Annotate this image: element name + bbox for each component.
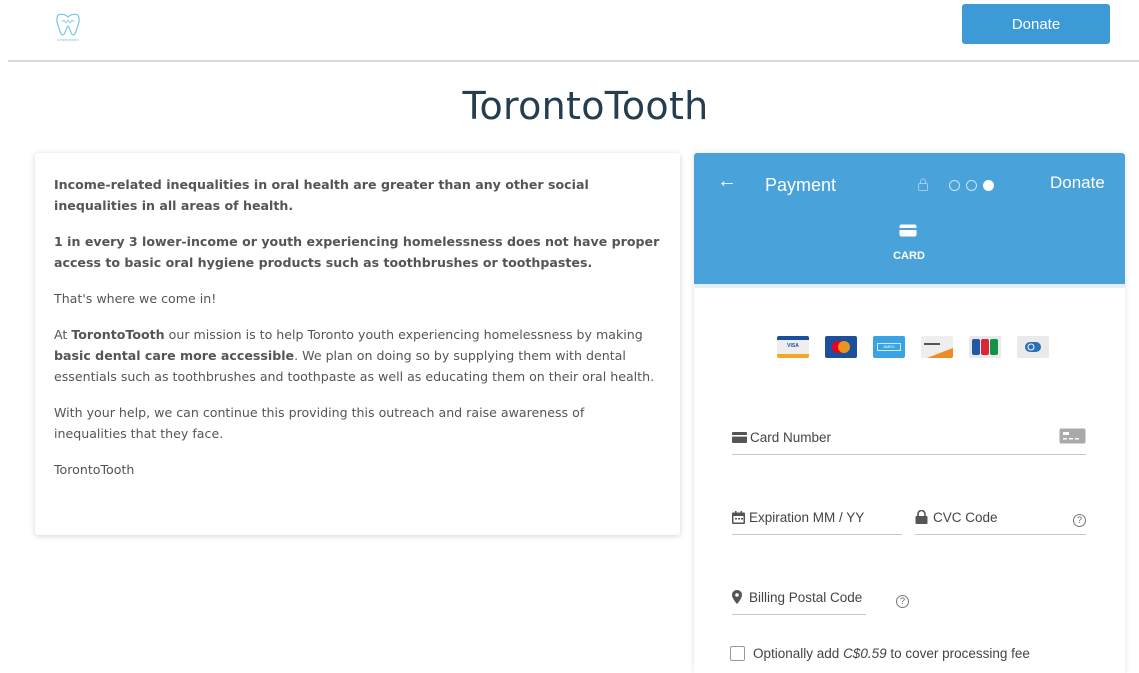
lock-icon: [915, 510, 928, 524]
mission-signature: TorontoTooth: [54, 462, 135, 477]
step-dot-active: [983, 180, 994, 191]
postal-code-field[interactable]: Billing Postal Code: [732, 589, 866, 615]
cover-fee-checkbox[interactable]: [730, 646, 745, 661]
back-arrow-icon[interactable]: ←: [717, 170, 737, 193]
mission-paragraph-4: At TorontoTooth our mission is to help T…: [54, 324, 660, 387]
fee-prefix: Optionally add: [753, 646, 844, 661]
mission-text-b: our mission is to help Toronto youth exp…: [164, 327, 643, 342]
donate-step-label: Donate: [1050, 173, 1105, 192]
fee-amount: C$0.59: [843, 646, 887, 661]
visa-text: VISA: [787, 343, 799, 349]
mission-paragraph-1: Income-related inequalities in oral heal…: [54, 174, 660, 216]
tooth-logo-icon: [56, 13, 80, 36]
lock-icon: [918, 178, 928, 191]
mission-emphasis: basic dental care more accessible: [54, 348, 295, 363]
step-dot: [949, 180, 960, 191]
visa-icon: VISA: [777, 336, 809, 358]
credit-card-icon[interactable]: [899, 224, 917, 237]
jcb-icon: [969, 336, 1001, 358]
mission-paragraph-2: 1 in every 3 lower-income or youth exper…: [54, 231, 660, 273]
mission-brand: TorontoTooth: [71, 327, 165, 342]
top-bar: torontotooth Donate: [0, 0, 1139, 62]
postal-code-placeholder: Billing Postal Code: [749, 590, 863, 605]
tab-card[interactable]: CARD: [884, 250, 934, 262]
amex-text: AMEX: [877, 343, 901, 351]
page-title: TorontoTooth: [462, 84, 709, 128]
payment-panel: ← Payment Donate CARD VISA AMEX Card Num…: [694, 153, 1125, 673]
calendar-icon: [732, 511, 745, 524]
mission-text-a: At: [54, 327, 72, 342]
diners-club-icon: [1017, 336, 1049, 358]
payment-header: ← Payment Donate CARD: [694, 153, 1125, 284]
step-indicator: [949, 180, 994, 191]
statistic-statement: 1 in every 3 lower-income or youth exper…: [54, 234, 660, 270]
amex-icon: AMEX: [873, 336, 905, 358]
payment-title: Payment: [765, 175, 837, 195]
discover-icon: [921, 336, 953, 358]
inequality-statement: Income-related inequalities in oral heal…: [54, 177, 589, 213]
logo-text: torontotooth: [57, 37, 79, 42]
location-pin-icon: [732, 590, 742, 604]
fee-suffix: to cover processing fee: [886, 646, 1030, 661]
cover-fee-label[interactable]: Optionally add C$0.59 to cover processin…: [753, 646, 1030, 661]
donate-button[interactable]: Donate: [962, 4, 1110, 44]
torontotooth-logo[interactable]: torontotooth: [46, 12, 90, 46]
step-dot: [966, 180, 977, 191]
card-icon: [732, 432, 747, 443]
card-back-icon: [1059, 428, 1086, 444]
card-number-field[interactable]: Card Number: [732, 428, 1086, 455]
expiration-field[interactable]: Expiration MM / YY: [732, 509, 902, 535]
card-number-placeholder: Card Number: [750, 430, 832, 445]
header-divider: [8, 60, 1139, 62]
card-brands: VISA AMEX: [777, 336, 1049, 358]
header-separator: [694, 284, 1125, 288]
mastercard-icon: [825, 336, 857, 358]
postal-help-icon[interactable]: ?: [896, 595, 909, 608]
cvc-help-icon[interactable]: ?: [1073, 514, 1086, 527]
expiration-placeholder: Expiration MM / YY: [749, 510, 865, 525]
cvc-placeholder: CVC Code: [933, 510, 998, 525]
mission-paragraph-5: With your help, we can continue this pro…: [54, 405, 585, 441]
mission-card: Income-related inequalities in oral heal…: [35, 153, 680, 535]
cvc-field[interactable]: CVC Code ?: [915, 509, 1086, 535]
mission-paragraph-3: That's where we come in!: [54, 291, 217, 306]
